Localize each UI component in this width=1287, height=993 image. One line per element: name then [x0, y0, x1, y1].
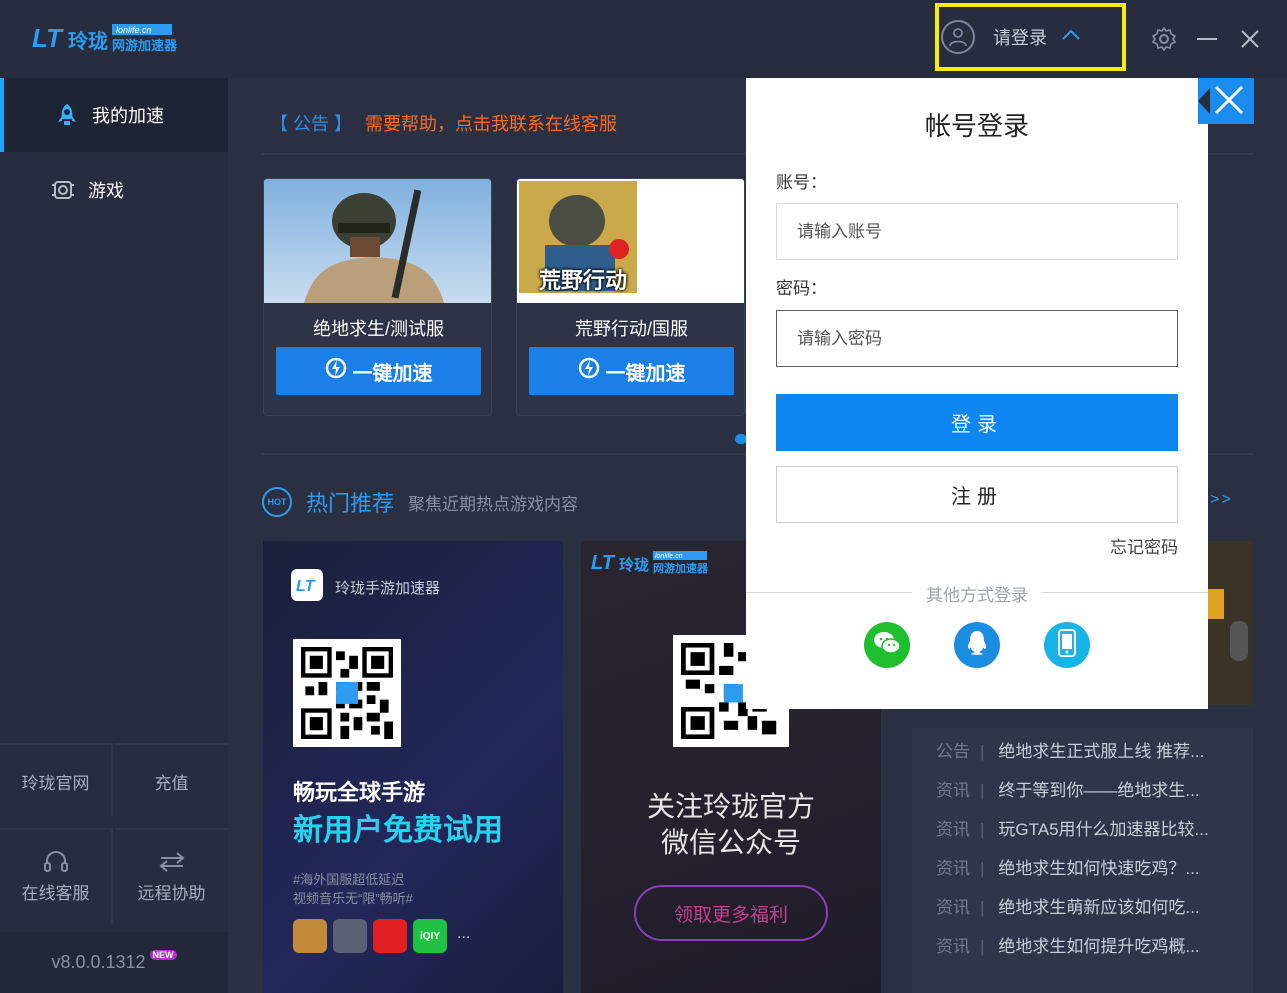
promo-line1: 畅玩全球手游	[293, 775, 425, 807]
remote-assist-button[interactable]: 远程协助	[115, 828, 228, 924]
list-item[interactable]: 资讯|绝地求生如何快速吃鸡？...	[936, 854, 1236, 879]
forgot-password-link[interactable]: 忘记密码	[1106, 533, 1178, 558]
login-button[interactable]: 登录	[776, 394, 1178, 451]
svg-text:lonlife.cn: lonlife.cn	[116, 25, 152, 35]
qq-icon	[965, 629, 989, 662]
login-title: 帐号登录	[746, 106, 1208, 143]
svg-text:LT: LT	[32, 23, 64, 53]
list-item[interactable]: 资讯|玩GTA5用什么加速器比较...	[936, 815, 1236, 840]
wechat-login-button[interactable]	[864, 622, 910, 668]
more-apps-ellipsis: ...	[457, 925, 470, 943]
notice-tag: 【 公告 】	[270, 114, 352, 134]
account-label: 账号：	[776, 168, 827, 193]
game-card: 荒野行动 荒野行动/国服 一键加速	[516, 178, 745, 416]
claim-rewards-button[interactable]: 领取更多福利	[634, 885, 828, 941]
promo-banner-mobile[interactable]: LT 玲珑手游加速器 畅玩全球手游 新用户免费试用 #海外国服超低延迟 视频音乐…	[263, 541, 563, 993]
version-info: v8.0.0.1312 NEW	[0, 932, 228, 993]
more-link[interactable]: >>	[1210, 491, 1233, 509]
app-logo[interactable]: LT 玲珑 lonlife.cn 网游加速器	[32, 20, 192, 56]
game-app-icon	[293, 919, 327, 953]
notice-text[interactable]: 需要帮助，点击我联系在线客服	[365, 114, 617, 134]
game-title: 荒野行动/国服	[517, 315, 745, 341]
qr-code-icon	[293, 639, 401, 747]
sidebar-item-label: 我的加速	[92, 102, 164, 128]
promo-banner-game[interactable]	[1208, 541, 1253, 705]
mobile-phone-icon	[1058, 629, 1076, 662]
title-bar	[228, 0, 1287, 78]
recharge-button[interactable]: 充值	[115, 743, 228, 817]
promo-graphic	[1230, 621, 1248, 661]
sidebar-item-label: 游戏	[88, 177, 124, 203]
promo-graphic	[1208, 589, 1224, 619]
accelerate-button[interactable]: 一键加速	[276, 347, 481, 395]
phone-login-button[interactable]	[1044, 622, 1090, 668]
gear-icon[interactable]	[1152, 27, 1176, 56]
lightning-icon	[325, 357, 347, 385]
iqiyi-icon: iQIY	[413, 919, 447, 953]
list-item[interactable]: 资讯|终于等到你——绝地求生...	[936, 776, 1236, 801]
login-dropdown-trigger[interactable]: 请登录	[935, 3, 1126, 71]
game-title: 绝地求生/测试服	[264, 315, 492, 341]
game-cover-pubg[interactable]	[264, 179, 492, 303]
svg-text:网游加速器: 网游加速器	[653, 561, 709, 575]
list-item[interactable]: 公告|绝地求生正式服上线 推荐...	[936, 737, 1236, 762]
close-icon[interactable]	[1240, 29, 1260, 54]
official-site-button[interactable]: 玲珑官网	[0, 743, 113, 817]
promo-brand: 玲珑手游加速器	[335, 577, 440, 598]
mobile-app-logo-icon: LT	[291, 569, 323, 601]
wechat-icon	[872, 630, 902, 661]
other-login-label: 其他方式登录	[912, 581, 1042, 606]
svg-text:lonlife.cn: lonlife.cn	[655, 553, 683, 560]
transfer-arrows-icon	[157, 850, 187, 879]
promo-logo: LT 玲珑 lonlife.cn 网游加速器	[591, 547, 717, 577]
chevron-up-icon	[1061, 28, 1081, 46]
news-list: 公告|绝地求生正式服上线 推荐... 资讯|终于等到你——绝地求生... 资讯|…	[912, 728, 1253, 993]
game-cover-title: 荒野行动	[539, 263, 627, 295]
promo-line1: 关注玲珑官方	[581, 785, 881, 825]
login-prompt: 请登录	[993, 24, 1047, 50]
promo-tags-1: #海外国服超低延迟	[293, 869, 404, 888]
password-input[interactable]	[776, 310, 1178, 367]
login-panel-close-button[interactable]	[1198, 78, 1254, 124]
version-label: v8.0.0.1312	[51, 952, 145, 973]
register-button[interactable]: 注册	[776, 466, 1178, 523]
sidebar-item-my-acceleration[interactable]: 我的加速	[0, 78, 228, 152]
svg-text:玲珑: 玲珑	[68, 29, 108, 53]
section-title: 热门推荐	[306, 486, 394, 518]
hot-icon: HOT	[262, 487, 292, 517]
list-item[interactable]: 资讯|绝地求生萌新应该如何吃...	[936, 893, 1236, 918]
game-card: 绝地求生/测试服 一键加速	[263, 178, 492, 416]
lightning-icon	[578, 357, 600, 385]
online-support-button[interactable]: 在线客服	[0, 828, 113, 924]
account-input[interactable]	[776, 203, 1178, 260]
netease-music-icon	[373, 919, 407, 953]
accelerate-button[interactable]: 一键加速	[529, 347, 734, 395]
svg-text:网游加速器: 网游加速器	[112, 38, 178, 54]
gamepad-icon	[50, 177, 76, 203]
password-label: 密码：	[776, 274, 827, 299]
game-app-icon	[333, 919, 367, 953]
promo-tags-2: 视频音乐无“限”畅听#	[293, 888, 413, 907]
sidebar-item-games[interactable]: 游戏	[0, 153, 228, 227]
hot-section-header: HOT 热门推荐 聚焦近期热点游戏内容	[262, 486, 578, 518]
sidebar: LT 玲珑 lonlife.cn 网游加速器 我的加速 游戏 玲珑官网 充值 在…	[0, 0, 228, 993]
svg-text:LT: LT	[591, 552, 616, 574]
svg-text:玲珑: 玲珑	[619, 556, 649, 574]
minimize-icon[interactable]	[1197, 38, 1217, 40]
game-cover-knives-out[interactable]: 荒野行动	[517, 179, 745, 303]
new-badge: NEW	[150, 950, 177, 960]
list-item[interactable]: 资讯|绝地求生如何提升吃鸡概...	[936, 932, 1236, 957]
section-subtitle: 聚焦近期热点游戏内容	[408, 490, 578, 515]
user-avatar-icon	[941, 20, 975, 54]
headset-icon	[43, 850, 69, 879]
announcement-bar[interactable]: 【 公告 】 需要帮助，点击我联系在线客服	[270, 110, 617, 136]
promo-line2: 微信公众号	[581, 821, 881, 861]
svg-text:LT: LT	[296, 578, 316, 595]
rocket-icon	[54, 102, 80, 128]
promo-line2: 新用户免费试用	[293, 805, 503, 849]
qq-login-button[interactable]	[954, 622, 1000, 668]
